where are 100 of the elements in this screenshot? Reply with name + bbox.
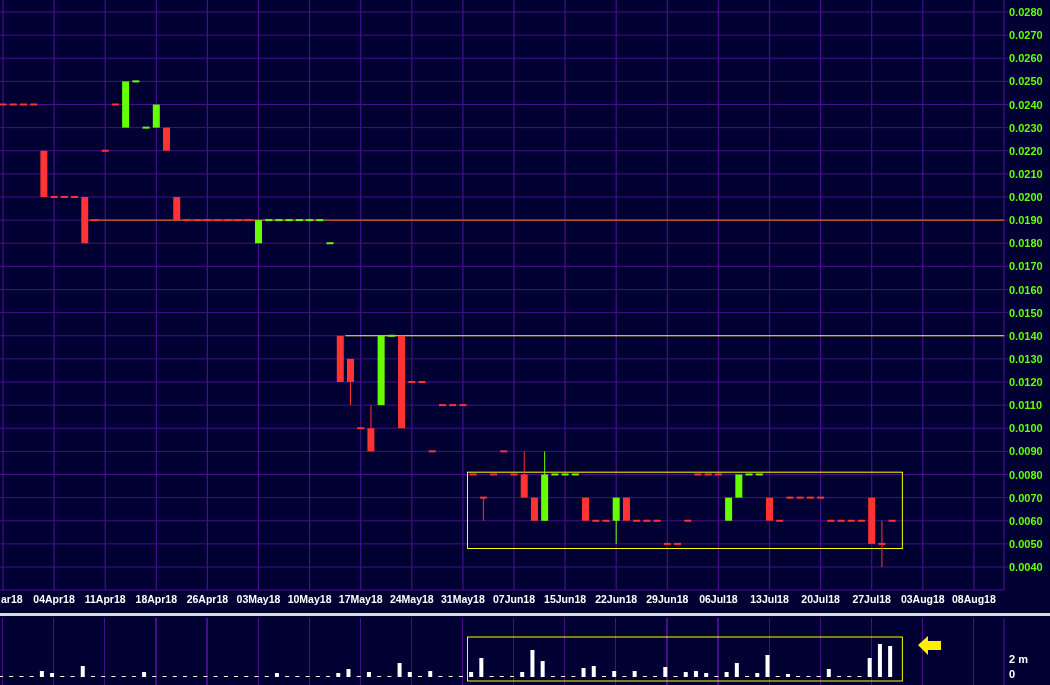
volume-bar bbox=[397, 663, 402, 677]
volume-bar bbox=[867, 658, 872, 677]
price-axis-label: 0.0100 bbox=[1009, 422, 1043, 435]
date-axis-label: 15Jun18 bbox=[544, 593, 587, 605]
volume-bar bbox=[366, 672, 371, 677]
price-axis-label: 0.0240 bbox=[1009, 98, 1043, 111]
volume-bar bbox=[336, 673, 341, 677]
volume-axis-label: 0 bbox=[1009, 668, 1016, 680]
candlestick bbox=[766, 497, 773, 521]
candlestick bbox=[888, 519, 896, 522]
candlestick bbox=[152, 104, 160, 128]
price-axis-label: 0.0220 bbox=[1009, 144, 1043, 157]
candlestick bbox=[132, 80, 140, 83]
volume-bar bbox=[724, 672, 729, 677]
volume-bar bbox=[734, 663, 739, 677]
candlestick bbox=[336, 335, 344, 382]
candlestick bbox=[868, 497, 876, 544]
candlestick bbox=[612, 497, 620, 545]
volume-bar bbox=[428, 671, 433, 677]
date-axis-label: 20Jul18 bbox=[801, 593, 840, 605]
date-axis-label: 26Apr18 bbox=[186, 593, 229, 605]
candlestick bbox=[142, 126, 150, 129]
volume-bar bbox=[80, 666, 85, 677]
price-axis-label: 0.0160 bbox=[1009, 283, 1043, 296]
candlestick bbox=[367, 404, 375, 452]
date-axis-label: 07Jun18 bbox=[493, 593, 535, 605]
price-axis-label: 0.0040 bbox=[1009, 561, 1043, 573]
date-axis-label: 31May18 bbox=[441, 593, 485, 605]
candlestick bbox=[387, 334, 395, 337]
candlestick bbox=[684, 519, 692, 522]
date-axis-label: 11Apr18 bbox=[84, 593, 126, 605]
volume-bar bbox=[520, 672, 525, 677]
candlestick bbox=[40, 150, 48, 197]
volume-bar bbox=[693, 671, 698, 677]
candlestick bbox=[776, 519, 784, 522]
date-axis-label: 27Jul18 bbox=[852, 593, 891, 605]
date-axis-label: 03May18 bbox=[236, 593, 281, 605]
price-axis-label: 0.0090 bbox=[1009, 445, 1043, 458]
candlestick bbox=[163, 127, 170, 151]
price-axis-label: 0.0270 bbox=[1009, 29, 1043, 42]
volume-bar bbox=[142, 672, 147, 677]
volume-bar bbox=[663, 667, 668, 677]
candlestick bbox=[622, 497, 630, 521]
candlestick bbox=[91, 219, 99, 222]
candlestick bbox=[173, 197, 181, 221]
candlestick bbox=[255, 220, 262, 244]
candlestick bbox=[101, 149, 109, 152]
price-axis-label: 0.0210 bbox=[1009, 167, 1043, 180]
candlestick bbox=[81, 197, 89, 244]
date-axis-label: 18Apr18 bbox=[135, 593, 178, 605]
volume-bar bbox=[591, 666, 596, 677]
volume-bar bbox=[683, 672, 688, 677]
candlestick bbox=[510, 473, 518, 476]
price-axis-label: 0.0280 bbox=[1009, 6, 1043, 18]
volume-bar bbox=[704, 673, 709, 677]
date-axis-label: ar18 bbox=[1, 593, 23, 605]
volume-bar bbox=[479, 658, 484, 677]
volume-bar bbox=[540, 661, 545, 677]
date-axis-label: 10May18 bbox=[287, 593, 332, 605]
candlestick bbox=[479, 496, 487, 522]
volume-bar bbox=[785, 674, 790, 677]
candlestick bbox=[357, 427, 365, 430]
candlestick bbox=[111, 103, 119, 106]
volume-bar bbox=[632, 671, 637, 677]
date-axis-label: 17May18 bbox=[338, 593, 383, 605]
date-axis-label: 13Jul18 bbox=[750, 593, 789, 605]
volume-bar bbox=[530, 650, 535, 677]
price-axis-label: 0.0200 bbox=[1009, 191, 1043, 203]
price-axis-label: 0.0180 bbox=[1009, 237, 1043, 250]
candlestick bbox=[469, 473, 477, 476]
price-axis-label: 0.0050 bbox=[1009, 537, 1043, 550]
price-axis-label: 0.0060 bbox=[1009, 514, 1043, 527]
date-axis-label: 04Apr18 bbox=[33, 593, 75, 605]
price-axis-label: 0.0150 bbox=[1009, 306, 1043, 319]
candlestick bbox=[582, 497, 590, 521]
volume-bar bbox=[274, 673, 279, 677]
price-axis-label: 0.0230 bbox=[1009, 121, 1043, 134]
date-axis-label: 03Aug18 bbox=[900, 593, 945, 605]
candlestick bbox=[878, 520, 886, 568]
volume-bar bbox=[50, 673, 55, 677]
candlestick bbox=[326, 242, 334, 245]
volume-bar bbox=[346, 669, 351, 677]
volume-bar bbox=[407, 672, 412, 677]
volume-bar bbox=[581, 668, 586, 677]
price-axis-label: 0.0170 bbox=[1009, 260, 1043, 273]
candlestick bbox=[428, 450, 436, 453]
candlestick bbox=[122, 81, 130, 128]
volume-bar bbox=[877, 644, 882, 677]
volume-bar bbox=[612, 671, 617, 677]
volume-bar bbox=[888, 646, 893, 677]
price-axis-label: 0.0120 bbox=[1009, 376, 1043, 388]
arrow-icon bbox=[918, 636, 941, 655]
price-axis-label: 0.0070 bbox=[1009, 491, 1043, 504]
volume-bar bbox=[39, 671, 44, 677]
volume-bar bbox=[755, 673, 760, 677]
date-axis-label: 22Jun18 bbox=[595, 593, 638, 605]
price-axis-label: 0.0080 bbox=[1009, 468, 1043, 481]
date-axis-label: 24May18 bbox=[389, 593, 434, 605]
price-axis-label: 0.0110 bbox=[1009, 399, 1043, 412]
candlestick bbox=[735, 474, 743, 498]
